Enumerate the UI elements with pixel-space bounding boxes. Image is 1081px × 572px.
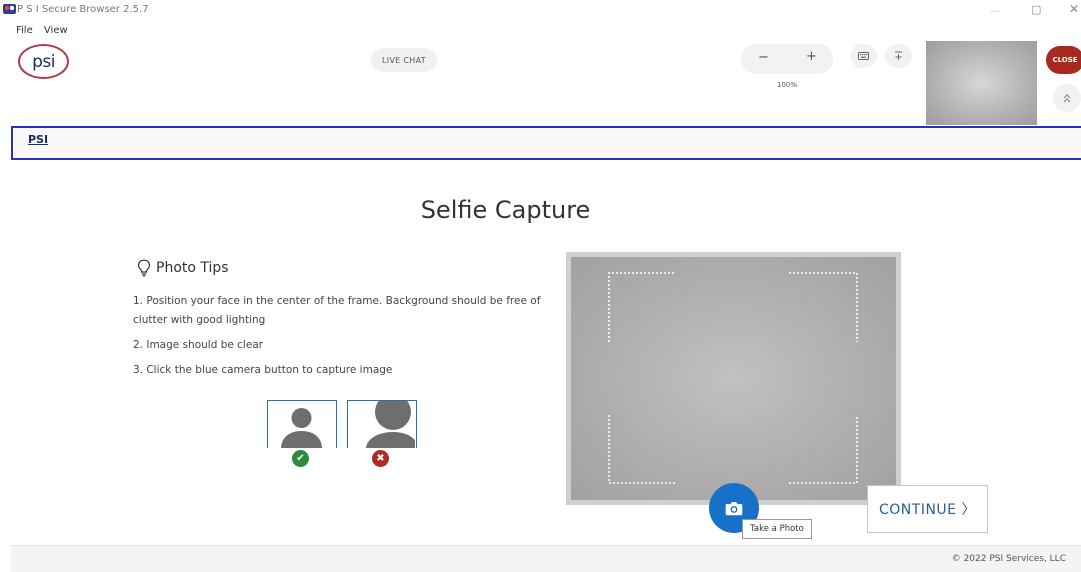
collapse-header-button[interactable]	[1053, 84, 1081, 112]
psi-nav-bar	[11, 126, 1081, 160]
menu-bar: File View	[16, 25, 76, 36]
minimize-button[interactable]: —	[990, 4, 1001, 17]
webcam-preview-thumbnail	[926, 41, 1037, 125]
keyboard-icon	[858, 52, 869, 60]
person-silhouette-icon	[281, 408, 322, 448]
copyright-text: © 2022 PSI Services, LLC	[951, 554, 1066, 564]
app-logo-icon	[3, 4, 16, 14]
tip-item: 1. Position your face in the center of t…	[133, 295, 541, 326]
person-too-close-icon	[366, 401, 416, 448]
zoom-in-button[interactable]: +	[806, 49, 817, 64]
window-close-button[interactable]: ✕	[1069, 2, 1079, 16]
lightbulb-icon	[137, 259, 151, 277]
window-title: P S I Secure Browser 2.5.7	[17, 4, 149, 15]
zoom-control	[741, 44, 833, 74]
tip-item: 2. Image should be clear	[133, 339, 264, 351]
zoom-out-button[interactable]: −	[758, 50, 769, 65]
tip-item: 3. Click the blue camera button to captu…	[133, 364, 393, 376]
live-chat-button[interactable]: LIVE CHAT	[371, 48, 437, 72]
page-title: Selfie Capture	[420, 196, 591, 224]
face-guide-corners	[608, 272, 858, 484]
good-photo-example	[267, 400, 337, 448]
calculator-icon	[895, 51, 902, 60]
keyboard-button[interactable]	[850, 44, 877, 68]
tab-psi[interactable]: PSI	[28, 133, 48, 146]
bad-photo-example	[347, 400, 417, 448]
psi-logo: psi	[18, 44, 69, 79]
footer	[11, 545, 1081, 572]
logo-text: psi	[32, 51, 55, 72]
camera-icon	[725, 501, 743, 515]
title-bar: P S I Secure Browser 2.5.7 — ▢ ✕	[0, 0, 1081, 22]
camera-view	[571, 257, 896, 500]
calculator-button[interactable]	[885, 44, 912, 68]
check-icon: ✔	[292, 450, 309, 467]
x-icon: ✖	[372, 450, 389, 467]
continue-button[interactable]: CONTINUE 〉	[867, 485, 988, 533]
close-button[interactable]: CLOSE	[1046, 46, 1081, 74]
chevron-double-up-icon	[1063, 93, 1071, 102]
photo-tips-heading: Photo Tips	[156, 260, 229, 276]
take-photo-tooltip: Take a Photo	[742, 519, 812, 539]
maximize-button[interactable]: ▢	[1031, 3, 1041, 16]
menu-view[interactable]: View	[44, 25, 68, 36]
zoom-level: 100%	[777, 81, 798, 89]
menu-file[interactable]: File	[16, 25, 33, 36]
